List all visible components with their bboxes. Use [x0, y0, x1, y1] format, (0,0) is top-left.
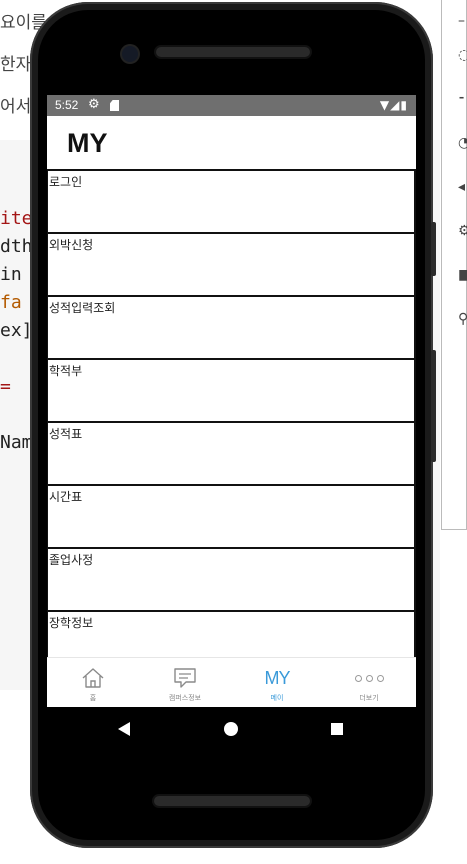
chat-icon [139, 666, 231, 690]
gear-icon: ⚙ [458, 223, 467, 239]
volume-button[interactable] [431, 222, 436, 276]
menu-item-graduation[interactable]: 졸업사정 [47, 549, 416, 612]
power-button[interactable] [431, 350, 436, 462]
menu-item-grade-entry[interactable]: 성적입력조회 [47, 297, 416, 360]
sd-card-icon [110, 100, 119, 111]
minus-icon: – [458, 13, 465, 29]
code-line: dth [0, 236, 33, 257]
menu-item-timetable[interactable]: 시간표 [47, 486, 416, 549]
menu-item-login[interactable]: 로그인 [47, 171, 416, 234]
system-navigation-bar [47, 707, 416, 752]
nav-tab-my[interactable]: MY 메이 [231, 658, 323, 707]
code-line: ex] [0, 320, 33, 341]
bottom-navigation: 홈 캠퍼스정보 MY 메이 더보기 [47, 657, 416, 707]
menu-item-label: 성적표 [49, 427, 83, 441]
code-line: = [0, 376, 11, 397]
gear-icon: ⚙ [88, 97, 100, 112]
signal-icon: ◢ [390, 98, 401, 112]
app-header: MY [47, 116, 416, 171]
earpiece-speaker [156, 47, 310, 57]
front-camera [122, 46, 138, 62]
menu-item-label: 장학정보 [49, 616, 94, 630]
nav-tab-label: 캠퍼스정보 [168, 694, 202, 702]
code-line: ite [0, 208, 33, 229]
menu-list: 로그인 외박신청 성적입력조회 학적부 성적표 시간표 졸업사정 장학정보 [47, 171, 416, 675]
code-line: fa [0, 292, 22, 313]
page-title: MY [67, 128, 108, 158]
home-button-icon[interactable] [224, 722, 238, 736]
pin-icon: ⚲ [458, 311, 467, 327]
background-text-line: 어서 [0, 97, 32, 117]
circle-icon: ◌ [458, 47, 467, 63]
menu-item-overnight-request[interactable]: 외박신청 [47, 234, 416, 297]
menu-item-label: 로그인 [49, 175, 83, 189]
background-text-line: 한자 [0, 55, 32, 75]
more-icon [323, 666, 415, 690]
bottom-speaker [154, 796, 310, 806]
menu-item-label: 성적입력조회 [49, 301, 116, 315]
menu-item-transcript[interactable]: 성적표 [47, 423, 416, 486]
line-icon: ⁃ [458, 91, 465, 107]
nav-tab-label: 메이 [270, 694, 284, 702]
code-line: Nam [0, 432, 33, 453]
menu-item-academic-record[interactable]: 학적부 [47, 360, 416, 423]
home-icon [47, 666, 139, 690]
battery-icon: ▮ [400, 98, 408, 112]
menu-item-label: 외박신청 [49, 238, 94, 252]
arc-icon: ◔ [458, 135, 467, 151]
menu-item-label: 학적부 [49, 364, 83, 378]
nav-tab-home[interactable]: 홈 [47, 658, 139, 707]
status-bar: 5:52 ⚙ ▼◢▮ [47, 95, 416, 116]
arrow-icon: ◂ [458, 179, 466, 195]
nav-tab-label: 더보기 [359, 694, 379, 702]
menu-item-label: 졸업사정 [49, 553, 94, 567]
nav-tab-more[interactable]: 더보기 [323, 658, 415, 707]
menu-item-label: 시간표 [49, 490, 83, 504]
code-line: in [0, 264, 22, 285]
background-side-panel: – ◌ ⁃ ◔ ◂ ⚙ ■ ⚲ [441, 0, 467, 530]
recent-apps-icon[interactable] [331, 723, 343, 735]
wifi-icon: ▼ [379, 98, 391, 112]
nav-tab-campus-info[interactable]: 캠퍼스정보 [139, 658, 231, 707]
nav-tab-label: 홈 [89, 694, 97, 702]
status-time: 5:52 [55, 98, 79, 112]
app-screen: 5:52 ⚙ ▼◢▮ MY 로그인 외박신청 성적입력조회 학적부 성적표 시간… [47, 95, 416, 707]
status-icons: ▼◢▮ [380, 98, 408, 112]
my-icon: MY [264, 667, 291, 688]
square-icon: ■ [458, 267, 467, 283]
back-icon[interactable] [118, 722, 130, 736]
